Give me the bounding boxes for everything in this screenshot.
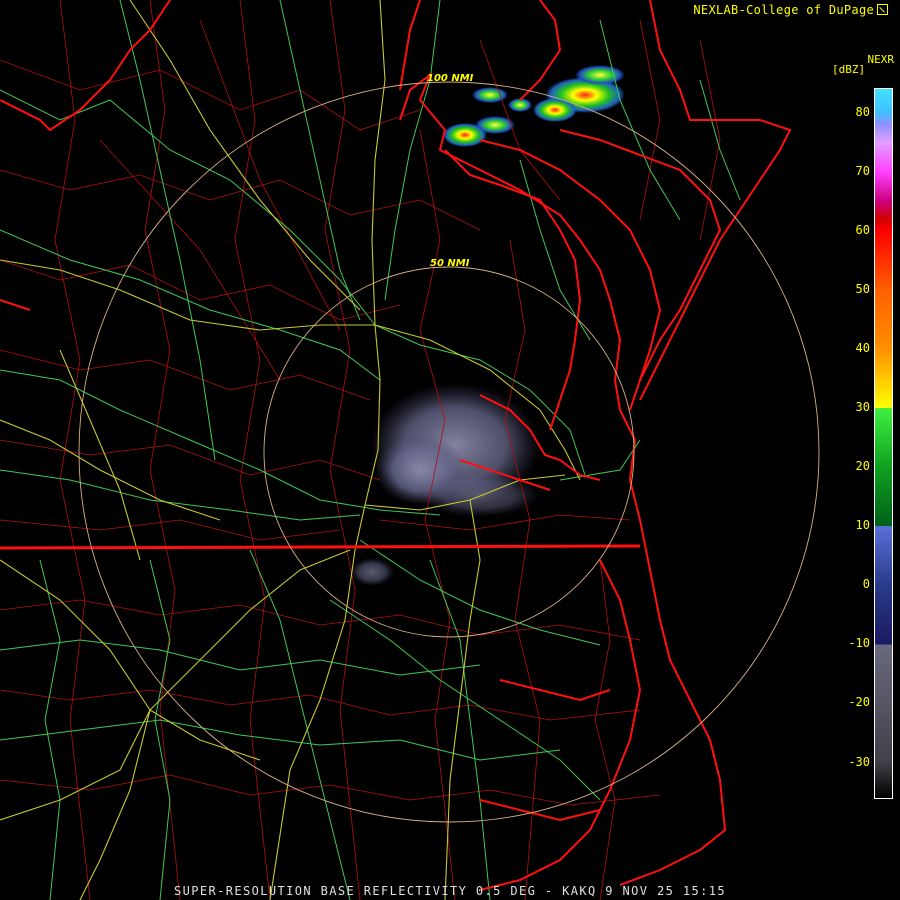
county-borders (0, 0, 721, 900)
colorbar-tick: -30 (848, 754, 870, 769)
product-code: NEXR (867, 53, 895, 66)
colorbar-tick: -20 (848, 695, 870, 710)
roads (0, 0, 741, 900)
colorbar-tick: 10 (855, 518, 870, 533)
colorbar-unit: [dBZ] (832, 63, 866, 76)
range-ring-label-100: 100 NMI (427, 73, 474, 84)
colorbar-tick: 20 (855, 459, 870, 474)
radar-map[interactable] (0, 0, 900, 900)
colorbar-tick: 70 (855, 163, 870, 178)
nexlab-credit[interactable]: NEXLAB-College of DuPage (693, 3, 888, 17)
external-link-icon (877, 4, 888, 15)
colorbar-tick: -10 (848, 636, 870, 651)
range-ring-label-50: 50 NMI (430, 258, 470, 269)
product-caption: SUPER-RESOLUTION BASE REFLECTIVITY 0.5 D… (174, 884, 726, 898)
colorbar-tick: 60 (855, 222, 870, 237)
reflectivity-colorbar (874, 88, 893, 799)
colorbar-tick: 80 (855, 104, 870, 119)
colorbar-tick: 30 (855, 400, 870, 415)
colorbar-tick: 0 (862, 577, 870, 592)
colorbar-tick: 50 (855, 281, 870, 296)
credit-text: NEXLAB-College of DuPage (693, 3, 874, 17)
colorbar-tick: 40 (855, 340, 870, 355)
